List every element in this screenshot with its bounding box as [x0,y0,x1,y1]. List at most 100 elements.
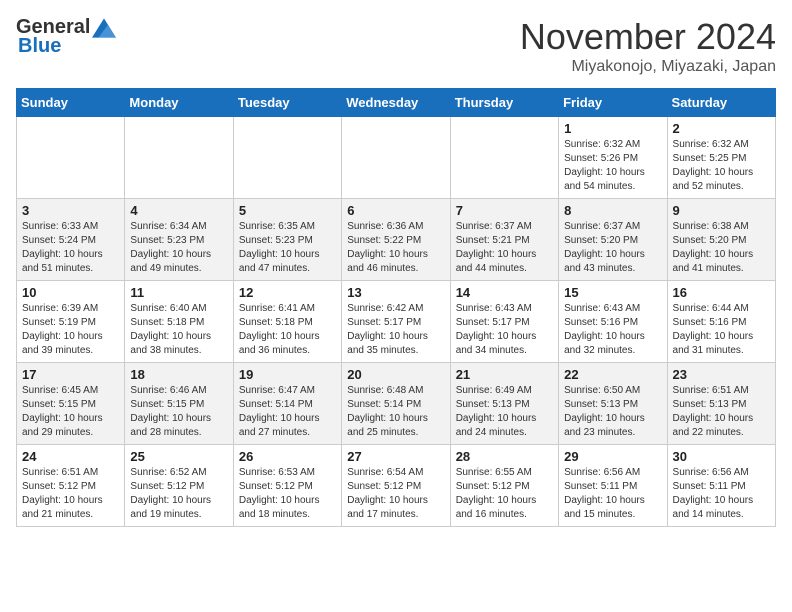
calendar-cell: 5 Sunrise: 6:35 AM Sunset: 5:23 PM Daylig… [233,199,341,281]
day-info: Sunrise: 6:41 AM Sunset: 5:18 PM Dayligh… [239,302,336,358]
day-number: 6 [347,203,444,218]
day-info: Sunrise: 6:54 AM Sunset: 5:12 PM Dayligh… [347,466,444,522]
day-number: 27 [347,449,444,464]
day-info: Sunrise: 6:44 AM Sunset: 5:16 PM Dayligh… [673,302,770,358]
calendar-table: SundayMondayTuesdayWednesdayThursdayFrid… [16,88,776,527]
day-info: Sunrise: 6:42 AM Sunset: 5:17 PM Dayligh… [347,302,444,358]
calendar-cell: 6 Sunrise: 6:36 AM Sunset: 5:22 PM Daylig… [342,199,450,281]
calendar-week-row: 3 Sunrise: 6:33 AM Sunset: 5:24 PM Daylig… [17,199,776,281]
day-info: Sunrise: 6:36 AM Sunset: 5:22 PM Dayligh… [347,220,444,276]
day-number: 30 [673,449,770,464]
day-info: Sunrise: 6:32 AM Sunset: 5:25 PM Dayligh… [673,138,770,194]
day-info: Sunrise: 6:47 AM Sunset: 5:14 PM Dayligh… [239,384,336,440]
day-header-thursday: Thursday [450,89,558,117]
day-header-wednesday: Wednesday [342,89,450,117]
logo: General Blue [16,16,116,58]
calendar-cell: 23 Sunrise: 6:51 AM Sunset: 5:13 PM Dayli… [667,363,775,445]
day-info: Sunrise: 6:52 AM Sunset: 5:12 PM Dayligh… [130,466,227,522]
day-info: Sunrise: 6:37 AM Sunset: 5:20 PM Dayligh… [564,220,661,276]
day-number: 17 [22,367,119,382]
day-number: 10 [22,285,119,300]
day-info: Sunrise: 6:38 AM Sunset: 5:20 PM Dayligh… [673,220,770,276]
day-number: 8 [564,203,661,218]
calendar-cell: 20Sunrise: 6:48 AM Sunset: 5:14 PM Dayli… [342,363,450,445]
day-number: 18 [130,367,227,382]
calendar-week-row: 24Sunrise: 6:51 AM Sunset: 5:12 PM Dayli… [17,445,776,527]
calendar-cell: 3 Sunrise: 6:33 AM Sunset: 5:24 PM Daylig… [17,199,125,281]
day-info: Sunrise: 6:56 AM Sunset: 5:11 PM Dayligh… [673,466,770,522]
calendar-cell: 27 Sunrise: 6:54 AM Sunset: 5:12 PM Dayli… [342,445,450,527]
day-info: Sunrise: 6:50 AM Sunset: 5:13 PM Dayligh… [564,384,661,440]
day-number: 15 [564,285,661,300]
calendar-cell [125,117,233,199]
day-info: Sunrise: 6:39 AM Sunset: 5:19 PM Dayligh… [22,302,119,358]
day-info: Sunrise: 6:46 AM Sunset: 5:15 PM Dayligh… [130,384,227,440]
calendar-cell [17,117,125,199]
day-number: 9 [673,203,770,218]
day-number: 19 [239,367,336,382]
location-title: Miyakonojo, Miyazaki, Japan [520,58,776,76]
day-info: Sunrise: 6:51 AM Sunset: 5:13 PM Dayligh… [673,384,770,440]
day-info: Sunrise: 6:56 AM Sunset: 5:11 PM Dayligh… [564,466,661,522]
day-number: 3 [22,203,119,218]
day-header-monday: Monday [125,89,233,117]
calendar-cell: 16Sunrise: 6:44 AM Sunset: 5:16 PM Dayli… [667,281,775,363]
calendar-cell: 1 Sunrise: 6:32 AM Sunset: 5:26 PM Daylig… [559,117,667,199]
day-number: 20 [347,367,444,382]
day-number: 2 [673,121,770,136]
calendar-week-row: 10 Sunrise: 6:39 AM Sunset: 5:19 PM Dayli… [17,281,776,363]
calendar-cell: 2 Sunrise: 6:32 AM Sunset: 5:25 PM Daylig… [667,117,775,199]
calendar-week-row: 17 Sunrise: 6:45 AM Sunset: 5:15 PM Dayli… [17,363,776,445]
calendar-cell: 21 Sunrise: 6:49 AM Sunset: 5:13 PM Dayli… [450,363,558,445]
day-number: 23 [673,367,770,382]
day-header-sunday: Sunday [17,89,125,117]
calendar-header-row: SundayMondayTuesdayWednesdayThursdayFrid… [17,89,776,117]
title-section: November 2024 Miyakonojo, Miyazaki, Japa… [520,16,776,76]
calendar-cell: 12Sunrise: 6:41 AM Sunset: 5:18 PM Dayli… [233,281,341,363]
calendar-cell: 4 Sunrise: 6:34 AM Sunset: 5:23 PM Daylig… [125,199,233,281]
logo-icon [92,18,116,38]
day-number: 4 [130,203,227,218]
day-number: 13 [347,285,444,300]
day-info: Sunrise: 6:49 AM Sunset: 5:13 PM Dayligh… [456,384,553,440]
day-info: Sunrise: 6:33 AM Sunset: 5:24 PM Dayligh… [22,220,119,276]
day-number: 21 [456,367,553,382]
month-title: November 2024 [520,16,776,58]
calendar-cell: 29Sunrise: 6:56 AM Sunset: 5:11 PM Dayli… [559,445,667,527]
day-header-friday: Friday [559,89,667,117]
calendar-cell [342,117,450,199]
day-info: Sunrise: 6:37 AM Sunset: 5:21 PM Dayligh… [456,220,553,276]
day-info: Sunrise: 6:55 AM Sunset: 5:12 PM Dayligh… [456,466,553,522]
calendar-cell: 15 Sunrise: 6:43 AM Sunset: 5:16 PM Dayli… [559,281,667,363]
day-info: Sunrise: 6:32 AM Sunset: 5:26 PM Dayligh… [564,138,661,194]
day-number: 26 [239,449,336,464]
calendar-cell: 14 Sunrise: 6:43 AM Sunset: 5:17 PM Dayli… [450,281,558,363]
day-info: Sunrise: 6:34 AM Sunset: 5:23 PM Dayligh… [130,220,227,276]
day-header-saturday: Saturday [667,89,775,117]
day-number: 14 [456,285,553,300]
calendar-cell: 13 Sunrise: 6:42 AM Sunset: 5:17 PM Dayli… [342,281,450,363]
calendar-week-row: 1 Sunrise: 6:32 AM Sunset: 5:26 PM Daylig… [17,117,776,199]
calendar-cell [450,117,558,199]
day-number: 11 [130,285,227,300]
day-info: Sunrise: 6:43 AM Sunset: 5:17 PM Dayligh… [456,302,553,358]
page-header: General Blue November 2024 Miyakonojo, M… [16,16,776,76]
day-info: Sunrise: 6:35 AM Sunset: 5:23 PM Dayligh… [239,220,336,276]
calendar-cell: 18 Sunrise: 6:46 AM Sunset: 5:15 PM Dayli… [125,363,233,445]
day-info: Sunrise: 6:40 AM Sunset: 5:18 PM Dayligh… [130,302,227,358]
day-info: Sunrise: 6:45 AM Sunset: 5:15 PM Dayligh… [22,384,119,440]
calendar-cell: 30 Sunrise: 6:56 AM Sunset: 5:11 PM Dayli… [667,445,775,527]
calendar-cell: 11 Sunrise: 6:40 AM Sunset: 5:18 PM Dayli… [125,281,233,363]
calendar-cell: 8 Sunrise: 6:37 AM Sunset: 5:20 PM Daylig… [559,199,667,281]
day-number: 5 [239,203,336,218]
day-header-tuesday: Tuesday [233,89,341,117]
calendar-cell: 25Sunrise: 6:52 AM Sunset: 5:12 PM Dayli… [125,445,233,527]
calendar-cell: 22Sunrise: 6:50 AM Sunset: 5:13 PM Dayli… [559,363,667,445]
day-info: Sunrise: 6:43 AM Sunset: 5:16 PM Dayligh… [564,302,661,358]
calendar-cell: 26 Sunrise: 6:53 AM Sunset: 5:12 PM Dayli… [233,445,341,527]
day-number: 1 [564,121,661,136]
day-info: Sunrise: 6:53 AM Sunset: 5:12 PM Dayligh… [239,466,336,522]
calendar-cell: 17 Sunrise: 6:45 AM Sunset: 5:15 PM Dayli… [17,363,125,445]
day-number: 7 [456,203,553,218]
calendar-cell: 10 Sunrise: 6:39 AM Sunset: 5:19 PM Dayli… [17,281,125,363]
